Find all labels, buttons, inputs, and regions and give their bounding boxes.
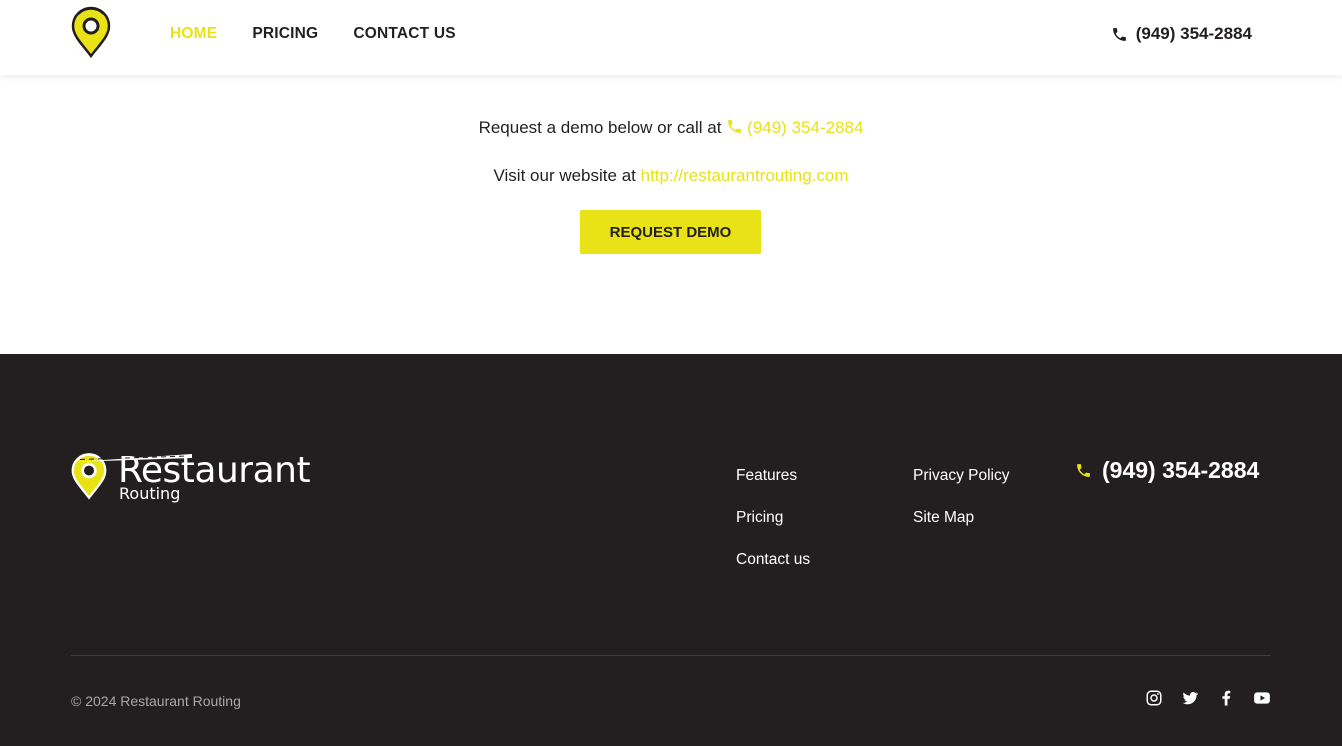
- youtube-icon[interactable]: [1253, 689, 1271, 707]
- instagram-icon[interactable]: [1145, 689, 1163, 707]
- demo-text: Request a demo below or call at: [478, 118, 722, 137]
- header-phone-number: (949) 354-2884: [1135, 24, 1252, 43]
- facebook-icon[interactable]: [1217, 689, 1235, 707]
- request-demo-button[interactable]: REQUEST DEMO: [580, 210, 761, 254]
- footer-link-privacy-policy[interactable]: Privacy Policy: [913, 466, 1009, 486]
- footer-links-1: Features Pricing Contact us: [736, 466, 810, 570]
- footer-link-site-map[interactable]: Site Map: [913, 508, 1009, 528]
- demo-phone-link[interactable]: (949) 354-2884: [747, 118, 863, 137]
- website-text: Visit our website at: [493, 166, 636, 185]
- road-icon: [70, 454, 192, 462]
- demo-section: Request a demo below or call at (949) 35…: [0, 75, 1342, 354]
- nav-contact-us[interactable]: CONTACT US: [353, 25, 455, 43]
- copyright: © 2024 Restaurant Routing: [71, 693, 241, 709]
- phone-icon: [1077, 464, 1090, 477]
- website-link[interactable]: http://restaurantrouting.com: [641, 166, 849, 185]
- website-line: Visit our website at http://restaurantro…: [0, 166, 1342, 186]
- nav-home[interactable]: HOME: [170, 25, 217, 43]
- nav-pricing[interactable]: PRICING: [252, 25, 318, 43]
- logo-pin-icon[interactable]: [70, 6, 112, 59]
- footer-logo[interactable]: Restaurant Routing: [70, 450, 311, 508]
- footer-phone-link[interactable]: (949) 354-2884: [1075, 457, 1259, 484]
- footer-links-2: Privacy Policy Site Map: [913, 466, 1009, 528]
- main-nav: HOME PRICING CONTACT US: [170, 25, 456, 43]
- site-footer: Restaurant Routing Features Pricing Cont…: [0, 354, 1342, 746]
- header-phone-link[interactable]: (949) 354-2884: [1111, 24, 1252, 44]
- site-header: HOME PRICING CONTACT US (949) 354-2884: [0, 0, 1342, 75]
- phone-icon: [1112, 27, 1126, 41]
- footer-divider: [71, 655, 1271, 656]
- footer-brand-sub: Routing: [119, 484, 181, 503]
- footer-link-contact-us[interactable]: Contact us: [736, 550, 810, 570]
- phone-icon: [728, 120, 742, 133]
- footer-link-features[interactable]: Features: [736, 466, 810, 486]
- footer-link-pricing[interactable]: Pricing: [736, 508, 810, 528]
- demo-call-line: Request a demo below or call at (949) 35…: [0, 118, 1342, 138]
- social-links: [1145, 689, 1271, 707]
- twitter-icon[interactable]: [1181, 689, 1199, 707]
- footer-phone-number: (949) 354-2884: [1102, 457, 1260, 483]
